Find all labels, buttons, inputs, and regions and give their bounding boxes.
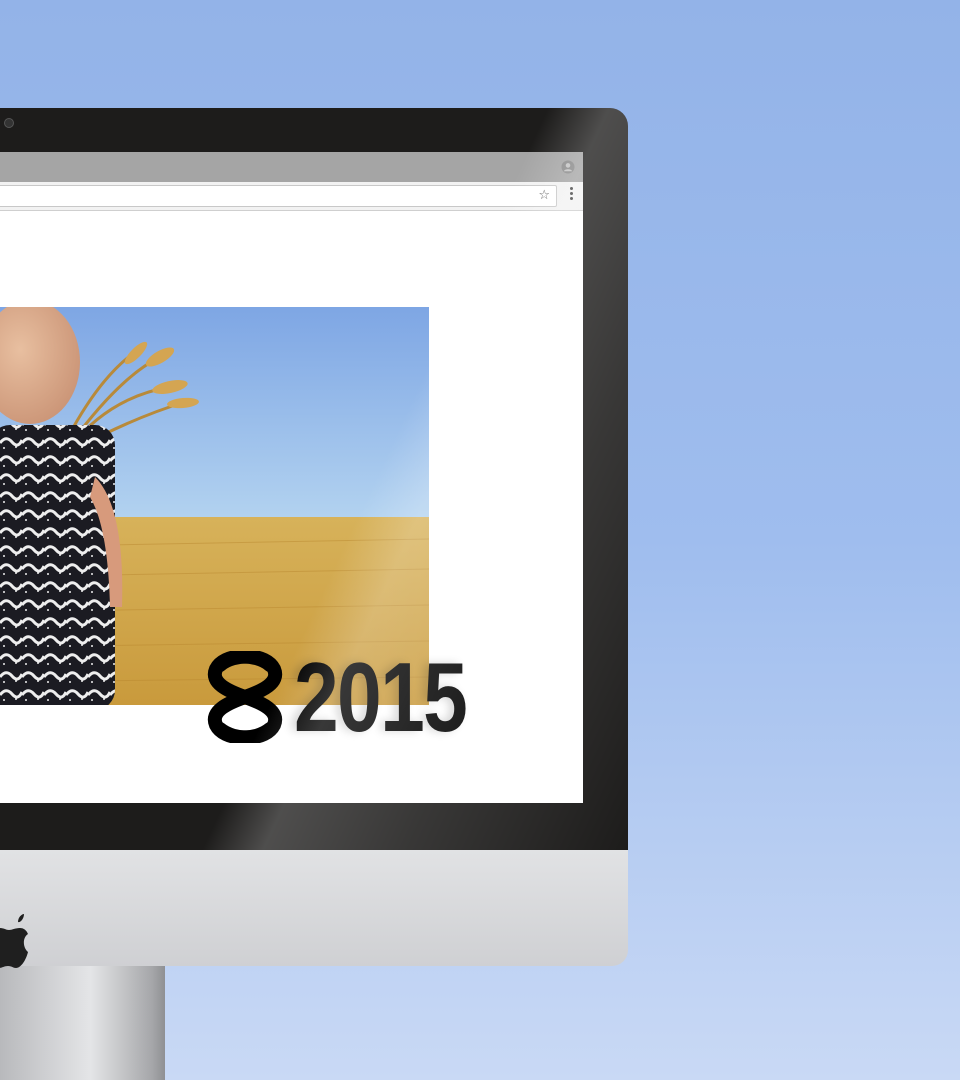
browser-toolbar: ☆ bbox=[0, 182, 583, 211]
star-icon[interactable]: ☆ bbox=[538, 187, 550, 205]
browser-window: ☆ 2015 bbox=[0, 152, 583, 803]
web-page: 2015 bbox=[0, 211, 583, 803]
webcam-icon bbox=[4, 118, 14, 128]
brand-year: 2015 bbox=[294, 642, 468, 752]
double-s-logo-icon bbox=[207, 651, 283, 743]
menu-dots-icon[interactable] bbox=[569, 187, 573, 205]
monitor-chin bbox=[0, 850, 628, 968]
apple-logo-icon bbox=[0, 914, 28, 968]
profile-icon[interactable] bbox=[561, 160, 575, 174]
address-bar[interactable]: ☆ bbox=[0, 185, 557, 207]
monitor-stand bbox=[0, 960, 165, 1080]
monitor: ☆ 2015 bbox=[0, 108, 628, 968]
brand-logo: 2015 bbox=[200, 647, 504, 747]
monitor-bezel: ☆ 2015 bbox=[0, 108, 628, 850]
browser-titlebar bbox=[0, 152, 583, 182]
